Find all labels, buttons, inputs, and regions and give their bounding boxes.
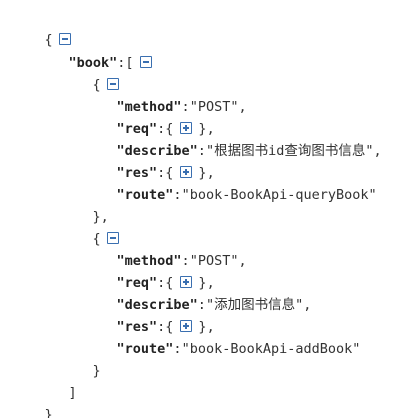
describe-value: "添加图书信息": [205, 297, 304, 313]
book-array-close: ]: [68, 385, 77, 401]
item-0-req-line: "req":{},: [84, 96, 215, 137]
item-0-route-line: "route":"book-BookApi-queryBook": [84, 162, 377, 203]
item-1-req-line: "req":{},: [84, 250, 215, 291]
route-key: "route": [116, 341, 174, 357]
colon: :: [173, 341, 182, 357]
root-close-brace: }: [44, 407, 53, 418]
comma: ,: [238, 253, 247, 269]
colon: :: [173, 187, 182, 203]
comma: ,: [238, 99, 247, 115]
comma: ,: [373, 143, 382, 159]
item-1-close-line: }: [60, 338, 101, 379]
item-1-describe-line: "describe":"添加图书信息",: [84, 272, 312, 313]
item-0-describe-line: "describe":"根据图书id查询图书信息",: [84, 118, 382, 159]
book-array-line: "book":[: [36, 30, 154, 71]
root-close-line: }: [12, 382, 53, 418]
item-0-method-line: "method":"POST",: [84, 74, 247, 115]
item-1-close-brace: }: [92, 363, 101, 379]
route-value: "book-BookApi-addBook": [181, 341, 361, 357]
collapse-book-array-icon[interactable]: [139, 56, 152, 68]
item-1-res-line: "res":{},: [84, 294, 215, 335]
book-array-close-line: ]: [36, 360, 77, 401]
root-open-line: {: [12, 7, 73, 48]
describe-value: "根据图书id查询图书信息": [205, 143, 374, 159]
item-1-route-line: "route":"book-BookApi-addBook": [84, 316, 361, 357]
item-0-close-line: },: [60, 184, 109, 225]
item-0-open-line: {: [60, 52, 121, 93]
item-1-open-line: {: [60, 206, 121, 247]
item-0-res-line: "res":{},: [84, 140, 215, 181]
item-1-method-line: "method":"POST",: [84, 228, 247, 269]
route-key: "route": [116, 187, 174, 203]
json-viewer: { "book":[ { "method":"POST", "req":{}, …: [0, 0, 419, 418]
comma: ,: [303, 297, 312, 313]
route-value: "book-BookApi-queryBook": [181, 187, 377, 203]
